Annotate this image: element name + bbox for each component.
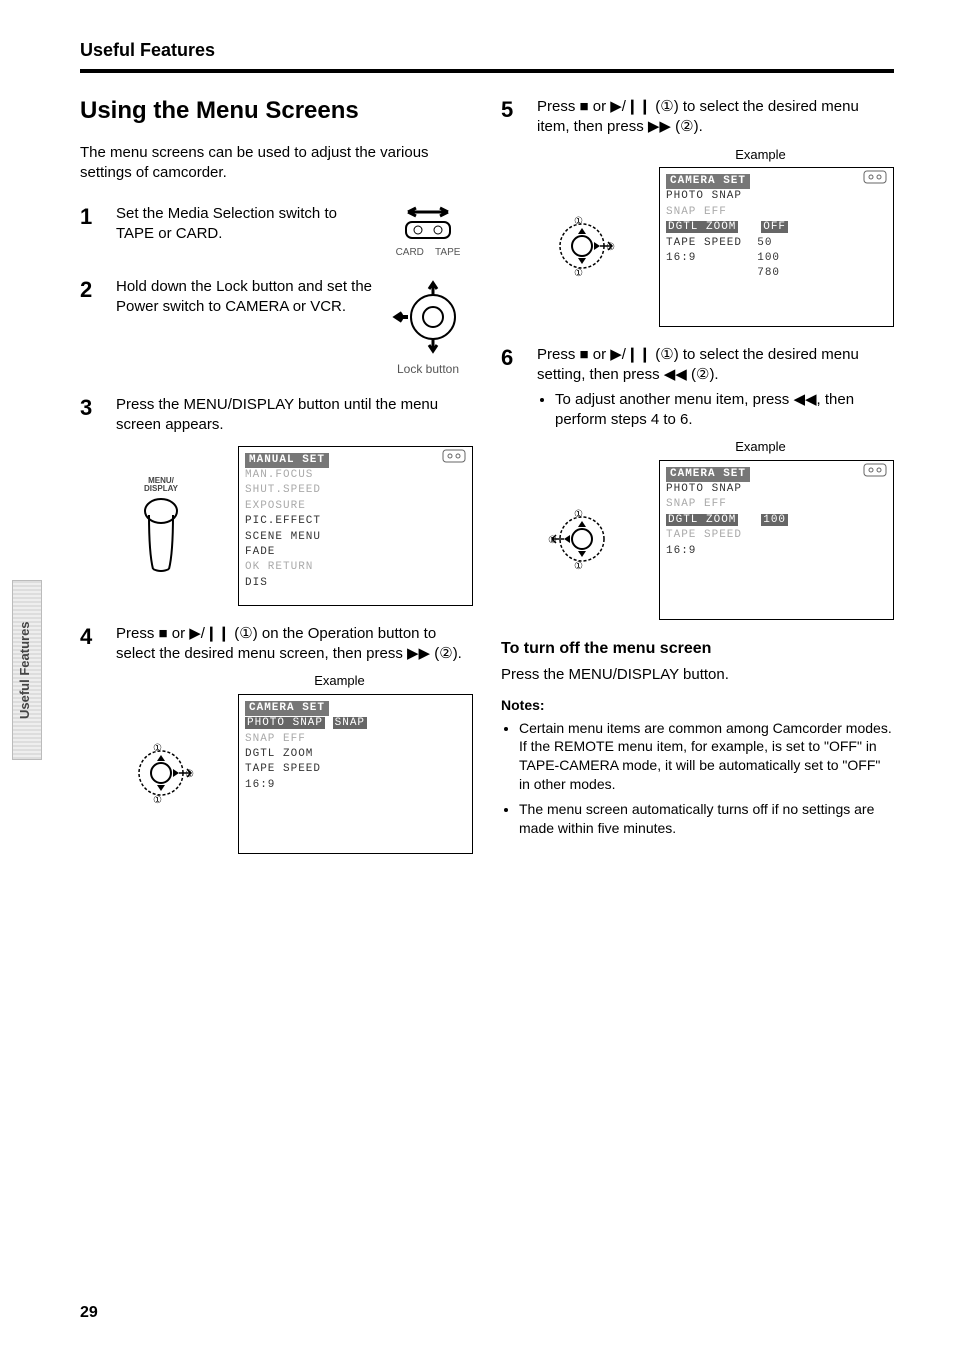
svg-text:①: ①	[574, 561, 583, 572]
step-number: 5	[501, 97, 523, 327]
menu-screen-camera-6: CAMERA SET PHOTO SNAP SNAP EFF DGTL ZOOM…	[659, 460, 894, 620]
operation-dial-icon: ① ① ②	[537, 206, 627, 288]
notes-heading: Notes:	[501, 697, 894, 713]
step-5: 5 Press ■ or ▶/❙❙ (①) to select the desi…	[501, 97, 894, 327]
menu-display-button-icon: MENU/ DISPLAY	[116, 477, 206, 575]
step-6-text: Press ■ or ▶/❙❙ (①) to select the desire…	[537, 345, 894, 386]
play-pause-icon: ▶/❙❙	[610, 98, 651, 115]
turn-off-body: Press the MENU/DISPLAY button.	[501, 666, 894, 683]
page-title: Using the Menu Screens	[80, 97, 473, 125]
ff-icon: ▶▶	[407, 645, 430, 662]
step-number: 1	[80, 204, 102, 260]
example-label: Example	[206, 672, 473, 690]
cassette-icon	[442, 449, 466, 463]
side-tab: Useful Features	[12, 580, 42, 760]
step-2: 2 Hold down the Lock button and set the …	[80, 277, 473, 377]
rew-icon: ◀◀	[664, 366, 687, 383]
stop-icon: ■	[580, 98, 589, 115]
stop-icon: ■	[159, 625, 168, 642]
step-3-text: Press the MENU/DISPLAY button until the …	[116, 395, 473, 436]
menu-screen-manual: MANUAL SET MAN.FOCUS SHUT.SPEED EXPOSURE…	[238, 446, 473, 606]
section-heading: Useful Features	[80, 40, 894, 61]
operation-dial-icon: ① ① ②	[537, 499, 627, 581]
step-4-text: Press ■ or ▶/❙❙ (①) on the Operation but…	[116, 624, 473, 665]
step-number: 4	[80, 624, 102, 854]
step-number: 3	[80, 395, 102, 606]
step-4: 4 Press ■ or ▶/❙❙ (①) on the Operation b…	[80, 624, 473, 854]
turn-off-heading: To turn off the menu screen	[501, 640, 894, 658]
tape-label: TAPE	[435, 247, 460, 258]
lock-button-label: Lock button	[383, 361, 473, 377]
stop-icon: ■	[580, 346, 589, 363]
note-item: The menu screen automatically turns off …	[519, 800, 894, 838]
cassette-icon	[863, 170, 887, 184]
step-1: 1 Set the Media Selection switch to TAPE…	[80, 204, 473, 260]
cassette-icon	[863, 463, 887, 477]
hr-rule	[80, 69, 894, 73]
svg-text:①: ①	[153, 795, 162, 806]
svg-text:①: ①	[574, 268, 583, 279]
step-6-bullet: To adjust another menu item, press ◀◀, t…	[555, 390, 894, 431]
play-pause-icon: ▶/❙❙	[610, 346, 651, 363]
note-item: Certain menu items are common among Camc…	[519, 719, 894, 795]
media-switch-icon: CARD TAPE	[383, 204, 473, 260]
menu-screen-camera-4: CAMERA SET PHOTO SNAP SNAP SNAP EFF DGTL…	[238, 694, 473, 854]
example-label: Example	[627, 438, 894, 456]
svg-text:①: ①	[153, 743, 162, 754]
example-label: Example	[627, 146, 894, 164]
page-number: 29	[80, 1304, 98, 1322]
step-3: 3 Press the MENU/DISPLAY button until th…	[80, 395, 473, 606]
step-6: 6 Press ■ or ▶/❙❙ (①) to select the desi…	[501, 345, 894, 620]
operation-dial-icon: ① ① ②	[116, 733, 206, 815]
step-number: 2	[80, 277, 102, 377]
power-switch-icon: Lock button	[383, 277, 473, 377]
intro-text: The menu screens can be used to adjust t…	[80, 143, 473, 184]
svg-text:①: ①	[574, 509, 583, 520]
svg-text:①: ①	[574, 216, 583, 227]
step-1-text: Set the Media Selection switch to TAPE o…	[116, 204, 373, 245]
play-pause-icon: ▶/❙❙	[189, 625, 230, 642]
card-label: CARD	[396, 247, 424, 258]
ff-icon: ▶▶	[648, 118, 671, 135]
step-number: 6	[501, 345, 523, 620]
step-5-text: Press ■ or ▶/❙❙ (①) to select the desire…	[537, 97, 894, 138]
menu-screen-camera-5: CAMERA SET PHOTO SNAP SNAP EFF DGTL ZOOM…	[659, 167, 894, 327]
step-2-text: Hold down the Lock button and set the Po…	[116, 277, 373, 318]
